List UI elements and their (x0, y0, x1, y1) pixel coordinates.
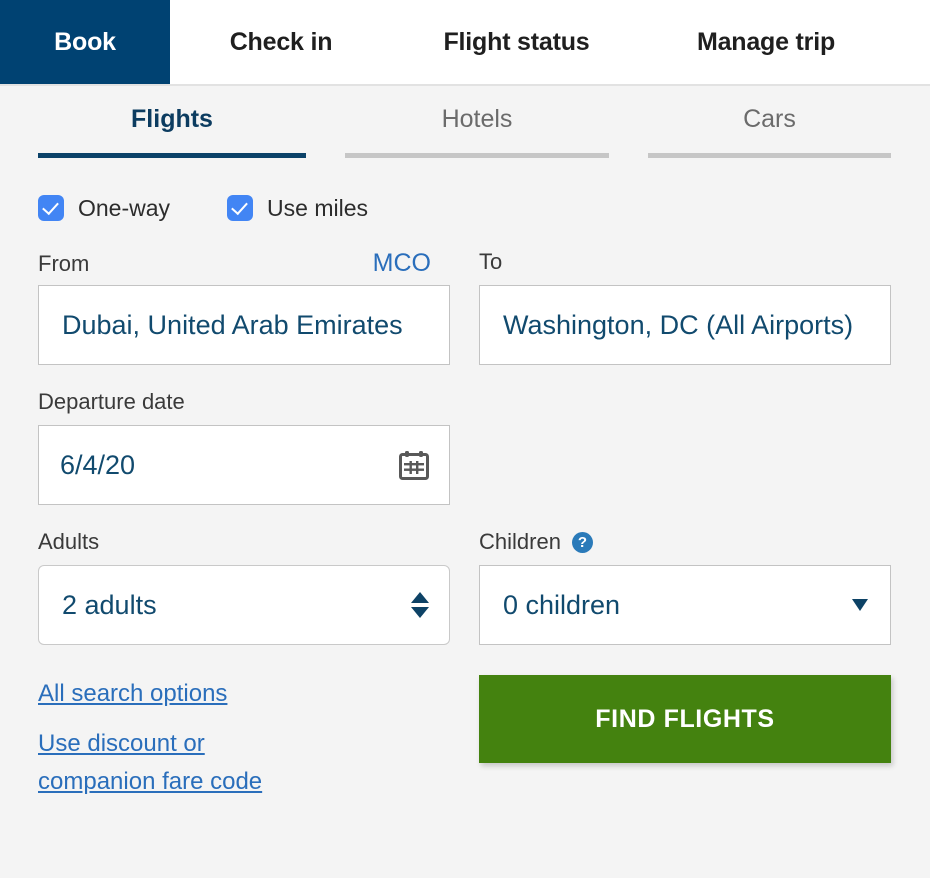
help-question-icon[interactable]: ? (571, 531, 593, 553)
departure-date-input[interactable]: 6/4/20 (38, 425, 450, 505)
booking-type-tabs: Flights Hotels Cars (0, 86, 930, 158)
from-input-value: Dubai, United Arab Emirates (62, 309, 403, 340)
origin-label-row: From MCO (38, 249, 450, 285)
departure-label-row: Departure date (38, 389, 450, 425)
departure-field-group: Departure date 6/4/20 (38, 389, 450, 505)
chevron-down-icon[interactable] (852, 599, 868, 611)
use-miles-checkbox[interactable] (227, 195, 254, 221)
all-search-options-link[interactable]: All search options (38, 675, 450, 713)
departure-date-row: Departure date 6/4/20 (0, 389, 930, 505)
find-flights-wrapper: FIND FLIGHTS (479, 675, 891, 801)
tab-cars-label: Cars (743, 105, 796, 133)
tab-cars[interactable]: Cars (648, 104, 891, 158)
nav-item-check-in[interactable]: Check in (170, 0, 392, 84)
destination-field-group: To Washington, DC (All Airports) (479, 249, 891, 365)
nav-item-manage-trip[interactable]: Manage trip (641, 0, 891, 84)
discount-code-link-line1[interactable]: Use discount or (38, 725, 450, 763)
to-label: To (479, 249, 503, 274)
tab-flights-label: Flights (131, 105, 213, 133)
from-input[interactable]: Dubai, United Arab Emirates (38, 285, 450, 365)
use-miles-label: Use miles (267, 194, 369, 221)
children-label-row: Children ? (479, 529, 891, 565)
spinner-down-arrow-icon[interactable] (411, 607, 429, 618)
departure-row-spacer (479, 389, 891, 505)
use-miles-checkbox-group[interactable]: Use miles (227, 195, 368, 222)
spinner-up-arrow-icon[interactable] (411, 592, 429, 603)
adults-value: 2 adults (62, 589, 157, 620)
tab-hotels-label: Hotels (441, 105, 513, 133)
tab-hotels[interactable]: Hotels (345, 104, 609, 158)
to-input-value: Washington, DC (All Airports) (503, 309, 854, 340)
one-way-label: One-way (78, 194, 171, 221)
passengers-row: Adults 2 adults Children ? 0 children (0, 529, 930, 645)
departure-date-label: Departure date (38, 389, 185, 414)
origin-field-group: From MCO Dubai, United Arab Emirates (38, 249, 450, 365)
tab-cars-underline (648, 153, 891, 158)
adults-label-row: Adults (38, 529, 450, 565)
destination-label-row: To (479, 249, 891, 285)
calendar-icon[interactable] (398, 449, 430, 481)
one-way-checkbox[interactable] (38, 195, 64, 221)
adults-field-group: Adults 2 adults (38, 529, 450, 645)
tab-flights[interactable]: Flights (38, 104, 306, 158)
origin-destination-row: From MCO Dubai, United Arab Emirates To … (0, 249, 930, 365)
tab-hotels-underline (345, 153, 609, 158)
find-flights-button[interactable]: FIND FLIGHTS (479, 675, 891, 763)
discount-code-link-line2[interactable]: companion fare code (38, 763, 450, 801)
departure-date-value: 6/4/20 (60, 449, 136, 480)
updown-spinner-icon[interactable] (411, 592, 429, 618)
children-select[interactable]: 0 children (479, 565, 891, 645)
children-value: 0 children (503, 589, 621, 620)
tab-flights-underline (38, 153, 306, 158)
from-label: From (38, 251, 90, 276)
trip-options-row: One-way Use miles (0, 191, 930, 225)
flight-search-form: One-way Use miles From MCO Dubai, United… (0, 158, 930, 801)
children-label: Children (479, 529, 561, 554)
children-field-group: Children ? 0 children (479, 529, 891, 645)
origin-airport-code[interactable]: MCO (373, 249, 450, 278)
form-footer: All search options Use discount or compa… (0, 645, 930, 801)
adults-select[interactable]: 2 adults (38, 565, 450, 645)
to-input[interactable]: Washington, DC (All Airports) (479, 285, 891, 365)
one-way-checkbox-group[interactable]: One-way (38, 195, 170, 222)
footer-links: All search options Use discount or compa… (38, 675, 450, 801)
primary-nav: Book Check in Flight status Manage trip (0, 0, 930, 86)
adults-label: Adults (38, 529, 100, 554)
nav-item-book[interactable]: Book (0, 0, 170, 84)
nav-item-flight-status[interactable]: Flight status (392, 0, 641, 84)
